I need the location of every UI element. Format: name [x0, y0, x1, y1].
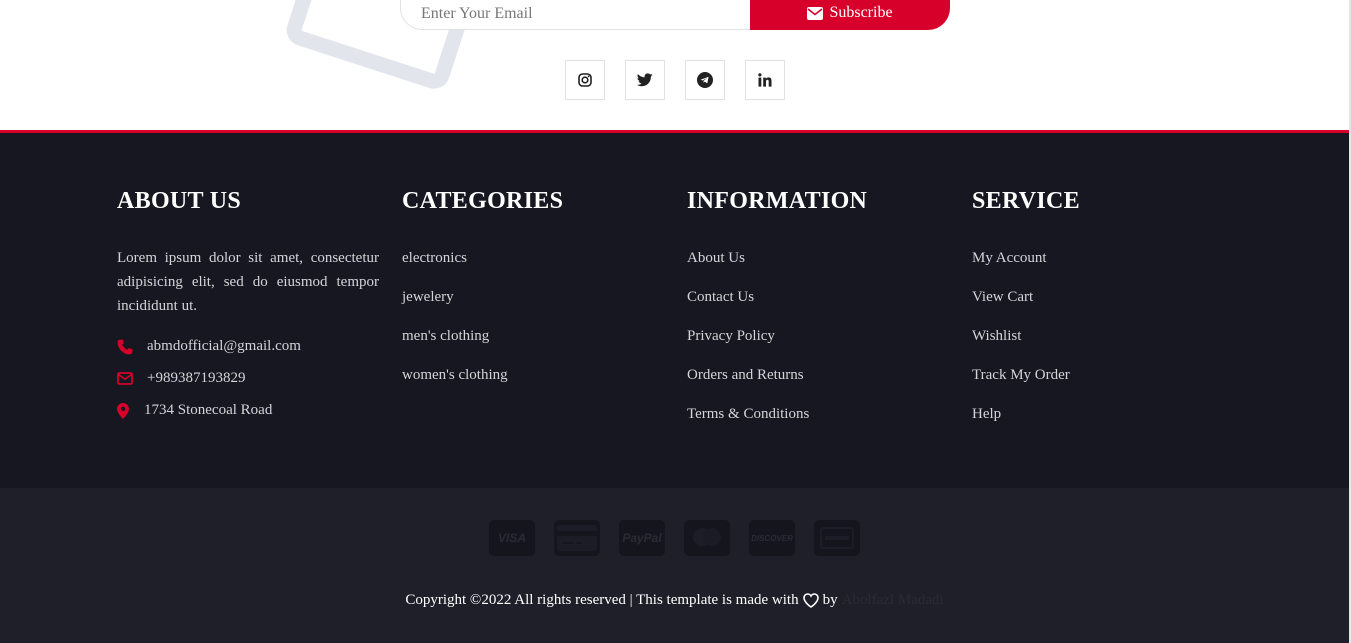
- visa-icon: VISA: [489, 520, 535, 556]
- categories-list: electronics jewelery men's clothing wome…: [402, 249, 563, 405]
- info-link-terms[interactable]: Terms & Conditions: [687, 406, 809, 422]
- about-text: Lorem ipsum dolor sit amet, consectetur …: [117, 250, 379, 314]
- paypal-icon: PayPal: [619, 520, 665, 556]
- phone-icon: [117, 339, 147, 355]
- category-link-jewelery[interactable]: jewelery: [402, 289, 454, 305]
- email-input[interactable]: [400, 0, 760, 30]
- linkedin-icon: [758, 73, 772, 87]
- contact-email-text: abmdofficial@gmail.com: [147, 338, 301, 354]
- list-item: View Cart: [972, 288, 1080, 327]
- discover-icon: DISCOVER: [749, 520, 795, 556]
- list-item: Wishlist: [972, 327, 1080, 366]
- about-title: ABOUT US: [117, 188, 241, 214]
- list-item: jewelery: [402, 288, 563, 327]
- subscribe-label: Subscribe: [829, 4, 893, 21]
- contact-address: 1734 Stonecoal Road: [117, 402, 379, 419]
- information-list: About Us Contact Us Privacy Policy Order…: [687, 249, 867, 444]
- info-link-contact-us[interactable]: Contact Us: [687, 289, 754, 305]
- info-link-about-us[interactable]: About Us: [687, 250, 745, 266]
- author-link[interactable]: Abolfazl Madadi: [842, 592, 944, 609]
- twitter-icon: [637, 73, 653, 87]
- contact-address-text: 1734 Stonecoal Road: [144, 402, 273, 418]
- envelope-icon: [117, 372, 147, 385]
- contact-phone: +989387193829: [117, 370, 379, 387]
- list-item: About Us: [687, 249, 867, 288]
- social-links: [565, 60, 785, 100]
- contact-phone-text: +989387193829: [147, 370, 246, 386]
- service-column: SERVICE My Account View Cart Wishlist Tr…: [972, 188, 1080, 444]
- newsletter-section: Subscribe: [0, 0, 1351, 130]
- footer: ABOUT US Lorem ipsum dolor sit amet, con…: [0, 130, 1349, 488]
- amex-icon: [814, 520, 860, 556]
- list-item: women's clothing: [402, 366, 563, 405]
- list-item: Help: [972, 405, 1080, 444]
- contact-email: abmdofficial@gmail.com: [117, 338, 379, 355]
- copyright: Copyright ©2022 All rights reserved | Th…: [0, 592, 1349, 609]
- list-item: Orders and Returns: [687, 366, 867, 405]
- heart-icon: [802, 593, 819, 608]
- list-item: Privacy Policy: [687, 327, 867, 366]
- linkedin-button[interactable]: [745, 60, 785, 100]
- credit-card-icon: [554, 520, 600, 556]
- service-link-my-account[interactable]: My Account: [972, 250, 1047, 266]
- category-link-electronics[interactable]: electronics: [402, 250, 467, 266]
- list-item: Terms & Conditions: [687, 405, 867, 444]
- information-column: INFORMATION About Us Contact Us Privacy …: [687, 188, 867, 444]
- category-link-womens-clothing[interactable]: women's clothing: [402, 367, 508, 383]
- service-link-wishlist[interactable]: Wishlist: [972, 328, 1021, 344]
- list-item: men's clothing: [402, 327, 563, 366]
- list-item: My Account: [972, 249, 1080, 288]
- info-link-orders-returns[interactable]: Orders and Returns: [687, 367, 804, 383]
- instagram-icon: [578, 73, 592, 87]
- service-link-help[interactable]: Help: [972, 406, 1001, 422]
- service-list: My Account View Cart Wishlist Track My O…: [972, 249, 1080, 444]
- categories-column: CATEGORIES electronics jewelery men's cl…: [402, 188, 563, 405]
- telegram-button[interactable]: [685, 60, 725, 100]
- service-link-track-order[interactable]: Track My Order: [972, 367, 1070, 383]
- twitter-button[interactable]: [625, 60, 665, 100]
- instagram-button[interactable]: [565, 60, 605, 100]
- copyright-by: by: [822, 592, 838, 608]
- payment-methods: VISA PayPal DISCOVER: [489, 520, 860, 556]
- service-link-view-cart[interactable]: View Cart: [972, 289, 1033, 305]
- category-link-mens-clothing[interactable]: men's clothing: [402, 328, 489, 344]
- map-marker-icon: [117, 402, 144, 419]
- information-title: INFORMATION: [687, 188, 868, 214]
- list-item: Track My Order: [972, 366, 1080, 405]
- about-column: ABOUT US Lorem ipsum dolor sit amet, con…: [117, 188, 379, 419]
- copyright-text: Copyright ©2022 All rights reserved | Th…: [405, 592, 799, 608]
- mastercard-icon: [684, 520, 730, 556]
- subscribe-button[interactable]: Subscribe: [750, 0, 950, 30]
- list-item: Contact Us: [687, 288, 867, 327]
- list-item: electronics: [402, 249, 563, 288]
- footer-bottom: VISA PayPal DISCOVER Copyright ©2022 All…: [0, 488, 1349, 643]
- service-title: SERVICE: [972, 188, 1080, 214]
- categories-title: CATEGORIES: [402, 188, 564, 214]
- telegram-icon: [697, 72, 713, 88]
- info-link-privacy-policy[interactable]: Privacy Policy: [687, 328, 775, 344]
- envelope-icon: [807, 6, 824, 20]
